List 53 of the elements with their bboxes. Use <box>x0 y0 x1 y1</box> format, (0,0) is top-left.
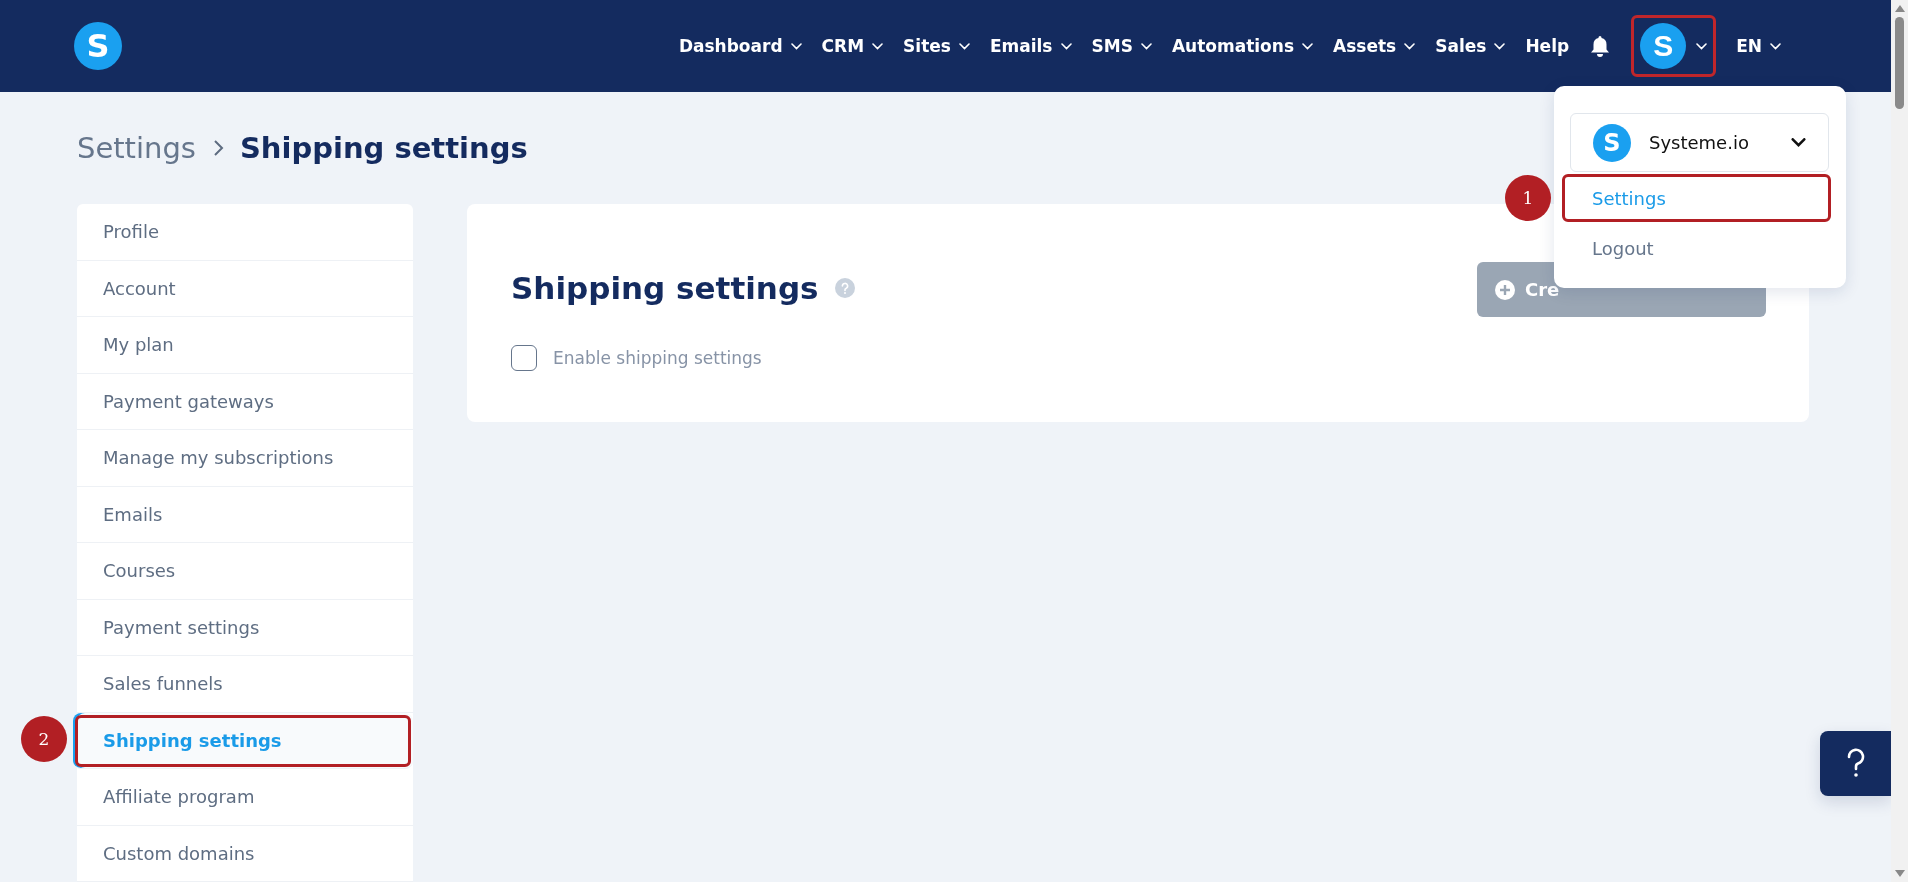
nav-menu-item[interactable]: SMS <box>1091 36 1152 56</box>
logo-icon[interactable]: S <box>74 22 122 70</box>
nav-menu-item[interactable]: CRM <box>821 36 884 56</box>
page-title: Shipping settings <box>239 131 528 165</box>
nav-menu-item[interactable]: Dashboard <box>678 36 802 56</box>
scroll-up-arrow-icon[interactable] <box>1894 5 1905 12</box>
menu-item[interactable]: Settings <box>1562 174 1831 222</box>
avatar-menu-button[interactable]: S <box>1631 15 1717 77</box>
sidebar-item[interactable]: Manage my subscriptions <box>77 430 413 487</box>
step-number-badge: 1 <box>1505 175 1551 221</box>
caret-icon <box>790 42 802 50</box>
breadcrumb-link[interactable]: Settings <box>77 131 196 165</box>
nav-menu-item[interactable]: Help <box>1525 36 1570 56</box>
sidebar-item[interactable]: Shipping settings <box>73 712 413 769</box>
caret-icon <box>1404 42 1416 50</box>
scrollbar-thumb[interactable] <box>1895 17 1904 109</box>
avatar-icon: S <box>1593 123 1631 162</box>
caret-icon <box>1791 138 1806 147</box>
sidebar-item[interactable]: Custom domains <box>77 825 413 882</box>
caret-icon <box>1696 42 1708 50</box>
section-title: Shipping settings <box>511 270 819 306</box>
caret-icon <box>872 42 884 50</box>
account-selector[interactable]: S Systeme.io <box>1570 113 1829 172</box>
sidebar-item[interactable]: Sales funnels <box>77 656 413 713</box>
nav-menu-item[interactable]: Sites <box>903 36 970 56</box>
avatar-icon: S <box>1640 23 1687 69</box>
chevron-right-icon <box>211 139 224 157</box>
help-button[interactable] <box>1820 731 1891 796</box>
sidebar-item[interactable]: Affiliate program <box>77 769 413 826</box>
sidebar-item[interactable]: Account <box>77 260 413 317</box>
checkbox-label: Enable shipping settings <box>553 348 762 368</box>
caret-icon <box>1770 42 1781 50</box>
caret-icon <box>1302 42 1313 50</box>
nav-menu-item[interactable]: Sales <box>1435 36 1506 56</box>
sidebar-item[interactable]: Payment gateways <box>77 373 413 430</box>
nav-menu-item[interactable]: Automations <box>1171 36 1313 56</box>
caret-icon <box>1060 42 1072 50</box>
nav-menu-item[interactable]: Assets <box>1333 36 1416 56</box>
sidebar-item[interactable]: Emails <box>77 486 413 543</box>
sidebar-item[interactable]: Courses <box>77 543 413 600</box>
sidebar-item[interactable]: Profile <box>77 204 413 261</box>
sidebar-item[interactable]: My plan <box>77 317 413 374</box>
language-selector[interactable]: EN <box>1736 36 1781 56</box>
caret-icon <box>1140 42 1152 50</box>
caret-icon <box>958 42 970 50</box>
bell-icon[interactable] <box>1589 34 1612 58</box>
sidebar-item[interactable]: Payment settings <box>77 599 413 656</box>
step-number-badge: 2 <box>21 716 67 762</box>
plus-icon <box>1495 279 1515 300</box>
nav-menu-item[interactable]: Emails <box>989 36 1072 56</box>
caret-icon <box>1494 42 1506 50</box>
checkbox[interactable] <box>511 345 537 371</box>
scroll-down-arrow-icon[interactable] <box>1894 870 1905 877</box>
